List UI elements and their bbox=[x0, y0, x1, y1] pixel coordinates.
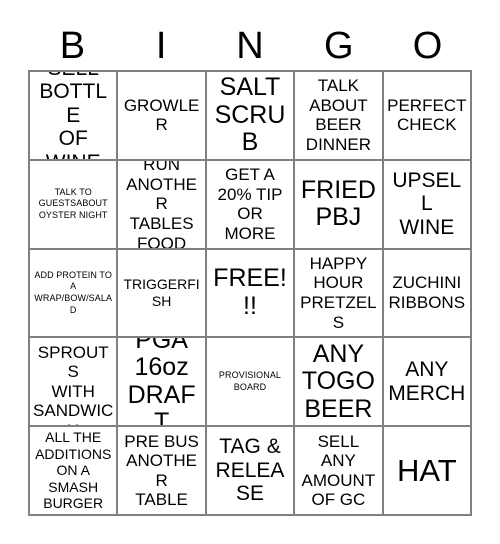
bingo-cell-text: TAG & RELEASE bbox=[215, 435, 285, 506]
bingo-cell-n4[interactable]: PROVISIONAL BOARD bbox=[206, 338, 296, 428]
bingo-cell-text: RUN ANOTHER TABLES FOOD bbox=[126, 160, 198, 250]
bingo-cell-text: UPSELL WINE bbox=[392, 168, 462, 239]
bingo-header: B I N G O bbox=[28, 22, 472, 70]
bingo-cell-text: TALK ABOUT BEER DINNER bbox=[305, 76, 371, 154]
bingo-card: B I N G O SELL BOTTLE OF WINE GROWLER SA… bbox=[0, 0, 500, 544]
bingo-cell-text: SELL ANY AMOUNT OF GC bbox=[301, 431, 376, 510]
bingo-cell-i5[interactable]: PRE BUS ANOTHER TABLE bbox=[118, 427, 207, 516]
bingo-cell-b5[interactable]: ALL THE ADDITIONS ON A SMASH BURGER bbox=[30, 427, 119, 516]
bingo-cell-b3[interactable]: ADD PROTEIN TO A WRAP/BOW/SALAD bbox=[30, 249, 119, 339]
bingo-cell-g1[interactable]: TALK ABOUT BEER DINNER bbox=[295, 72, 384, 161]
bingo-cell-o5[interactable]: HAT bbox=[383, 427, 472, 516]
bingo-cell-g4[interactable]: ANY TOGO BEER bbox=[295, 338, 384, 428]
bingo-cell-free[interactable]: FREE!!! bbox=[206, 249, 296, 339]
bingo-cell-text: PGA 16oz DRAFT bbox=[127, 338, 196, 428]
header-letter-o: O bbox=[412, 25, 443, 67]
bingo-cell-i3[interactable]: TRIGGERFISH bbox=[118, 249, 207, 339]
bingo-cell-o1[interactable]: PERFECT CHECK bbox=[383, 72, 472, 161]
bingo-cell-text: HAT bbox=[396, 452, 457, 488]
bingo-cell-n1[interactable]: SALT SCRUB bbox=[206, 72, 296, 161]
bingo-cell-text: ADD PROTEIN TO A WRAP/BOW/SALAD bbox=[34, 269, 113, 315]
header-letter-n: N bbox=[236, 25, 264, 67]
bingo-cell-text: GROWLER bbox=[123, 95, 200, 135]
bingo-cell-o4[interactable]: ANY MERCH bbox=[383, 338, 472, 428]
bingo-cell-text: PRE BUS ANOTHER TABLE bbox=[124, 431, 199, 510]
bingo-cell-text: ANY TOGO BEER bbox=[301, 339, 375, 423]
bingo-cell-g5[interactable]: SELL ANY AMOUNT OF GC bbox=[295, 427, 384, 516]
bingo-cell-text: TRIGGERFISH bbox=[123, 276, 200, 309]
bingo-cell-b2[interactable]: TALK TO GUESTSABOUT OYSTER NIGHT bbox=[30, 160, 119, 250]
bingo-cell-text: ALL THE ADDITIONS ON A SMASH BURGER bbox=[35, 429, 112, 512]
bingo-cell-b1[interactable]: SELL BOTTLE OF WINE bbox=[30, 72, 119, 161]
header-letter-b: B bbox=[59, 25, 86, 67]
bingo-cell-text: PERFECT CHECK bbox=[387, 95, 467, 135]
bingo-cell-i1[interactable]: GROWLER bbox=[118, 72, 207, 161]
bingo-cell-text: PROVISIONAL BOARD bbox=[218, 370, 282, 392]
bingo-cell-n2[interactable]: GET A 20% TIP OR MORE bbox=[206, 160, 296, 250]
bingo-cell-text: SELL BOTTLE OF WINE bbox=[39, 72, 108, 159]
bingo-cell-text: SALT SCRUB bbox=[214, 73, 286, 157]
header-letter-i: I bbox=[155, 25, 167, 67]
bingo-cell-text: ANY MERCH bbox=[388, 358, 466, 405]
bingo-cell-text: HAPPY HOUR PRETZELS bbox=[300, 253, 377, 332]
bingo-cell-i2[interactable]: RUN ANOTHER TABLES FOOD bbox=[118, 160, 207, 250]
bingo-cell-text: FREE!!! bbox=[213, 264, 287, 320]
bingo-cell-o2[interactable]: UPSELL WINE bbox=[383, 160, 472, 250]
bingo-cell-b4[interactable]: BRUSSEL SPROUTS WITH SANDWICH bbox=[30, 338, 119, 428]
bingo-cell-text: BRUSSEL SPROUTS WITH SANDWICH bbox=[33, 338, 114, 425]
bingo-cell-text: FRIED PBJ bbox=[300, 175, 376, 232]
bingo-cell-g2[interactable]: FRIED PBJ bbox=[295, 160, 384, 250]
header-letter-g: G bbox=[324, 25, 354, 67]
bingo-cell-text: GET A 20% TIP OR MORE bbox=[217, 165, 283, 243]
bingo-cell-i4[interactable]: PGA 16oz DRAFT bbox=[118, 338, 207, 428]
bingo-cell-o3[interactable]: ZUCHINI RIBBONS bbox=[383, 249, 472, 339]
bingo-cell-n5[interactable]: TAG & RELEASE bbox=[206, 427, 296, 516]
bingo-cell-text: ZUCHINI RIBBONS bbox=[388, 273, 466, 312]
bingo-cell-text: TALK TO GUESTSABOUT OYSTER NIGHT bbox=[38, 186, 108, 221]
bingo-cell-g3[interactable]: HAPPY HOUR PRETZELS bbox=[295, 249, 384, 339]
bingo-grid: SELL BOTTLE OF WINE GROWLER SALT SCRUB T… bbox=[28, 70, 472, 516]
